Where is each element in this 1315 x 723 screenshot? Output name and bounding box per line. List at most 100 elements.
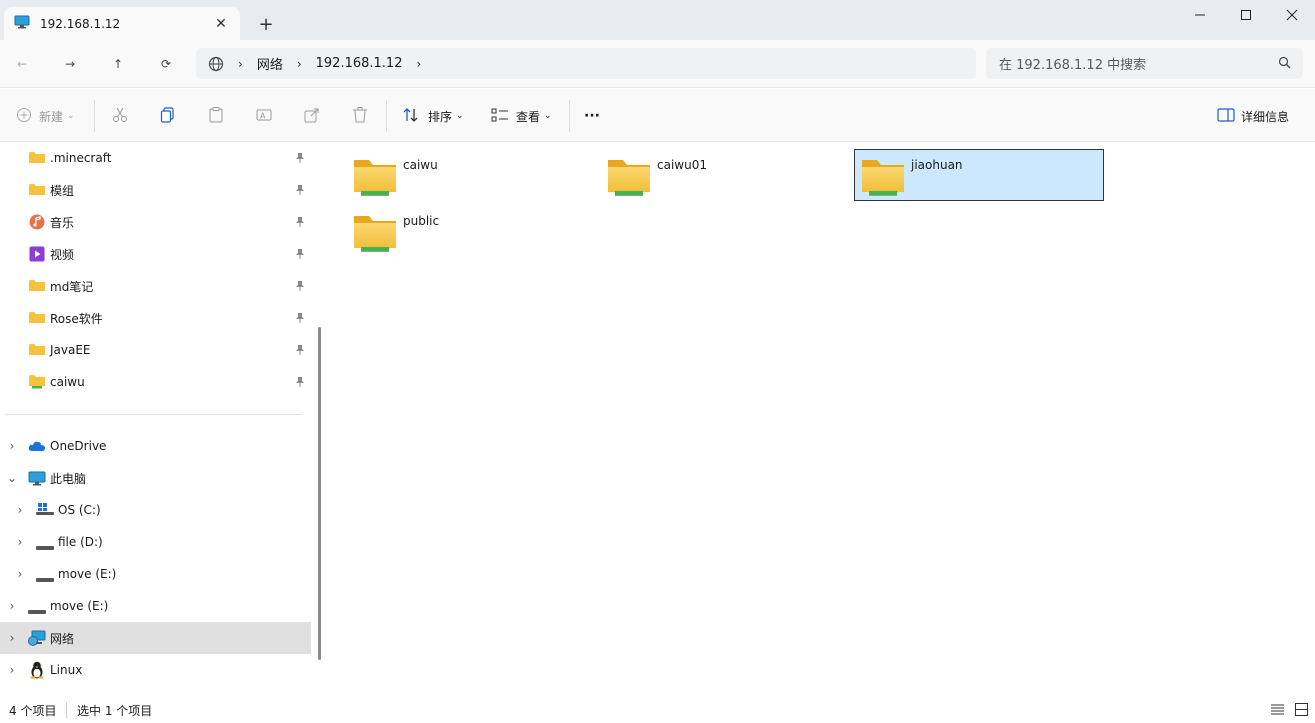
view-button[interactable]: 查看 ⌄: [491, 103, 552, 129]
tree-item-linux[interactable]: › Linux: [0, 654, 311, 686]
forward-button[interactable]: →: [58, 52, 82, 76]
back-button[interactable]: ←: [10, 52, 34, 76]
chevron-right-icon[interactable]: ›: [4, 598, 20, 614]
sidebar-scrollbar[interactable]: [313, 142, 327, 697]
pin-icon: [295, 344, 305, 358]
quick-access-item[interactable]: md笔记: [0, 270, 311, 302]
shared-folder-icon: [607, 156, 651, 199]
details-label: 详细信息: [1241, 109, 1290, 124]
shared-folder-item[interactable]: caiwu: [346, 149, 596, 201]
chevron-right-icon[interactable]: ›: [12, 534, 28, 550]
folder-icon: [29, 183, 45, 199]
details-pane-button[interactable]: 详细信息: [1217, 103, 1289, 129]
tree-label: 此电脑: [50, 471, 87, 486]
tree-label: move (E:): [58, 567, 117, 581]
tab-close-button[interactable]: ✕: [210, 13, 232, 35]
view-label: 查看: [516, 109, 541, 124]
shared-folder-item[interactable]: caiwu01: [600, 149, 850, 201]
shared-folder-item[interactable]: public: [346, 205, 596, 257]
quick-access-label: Rose软件: [50, 311, 103, 326]
sort-label: 排序: [428, 109, 453, 124]
sort-arrows-icon: [402, 107, 420, 126]
windows-drive-icon: [36, 503, 54, 519]
tree-item-drive-c[interactable]: › OS (C:): [0, 494, 311, 526]
quick-access-item[interactable]: caiwu: [0, 366, 311, 398]
rename-button[interactable]: A: [255, 103, 273, 129]
quick-access-item[interactable]: 模组: [0, 174, 311, 206]
details-view-button[interactable]: [1271, 704, 1284, 718]
paste-button[interactable]: [207, 103, 225, 129]
folder-name: caiwu01: [657, 158, 707, 172]
divider: [386, 100, 387, 132]
pin-icon: [295, 248, 305, 262]
navigation-bar: ← → ↑ ⟳ › 网络 › 192.168.1.12 › 在 192.168.…: [0, 40, 1315, 88]
scrollbar-thumb[interactable]: [318, 327, 321, 660]
folder-name: jiaohuan: [911, 158, 963, 172]
chevron-right-icon[interactable]: ›: [4, 662, 20, 678]
copy-button[interactable]: [159, 103, 177, 129]
rename-icon: A: [255, 106, 273, 127]
quick-access-label: caiwu: [50, 375, 85, 389]
quick-access-item[interactable]: Rose软件: [0, 302, 311, 334]
search-input[interactable]: 在 192.168.1.12 中搜索: [986, 48, 1303, 79]
tree-item-drive-e-root[interactable]: › move (E:): [0, 590, 311, 622]
share-button[interactable]: [303, 103, 321, 129]
command-bar: 新建 ⌄ A 排序 ⌄ 查看 ⌄ ··· 详细信息: [0, 89, 1315, 142]
address-bar[interactable]: › 网络 › 192.168.1.12 ›: [196, 48, 976, 79]
more-options-button[interactable]: ···: [584, 103, 600, 129]
navigation-pane: .minecraft 模组 音乐 视频 md笔记 Rose软件 JavaEE c…: [0, 142, 313, 697]
maximize-button[interactable]: [1223, 0, 1269, 30]
shared-folder-icon: [353, 212, 397, 255]
video-icon: [29, 246, 45, 265]
sidebar-divider: [6, 414, 302, 415]
cut-button[interactable]: [111, 103, 129, 129]
chevron-right-icon[interactable]: ›: [12, 502, 28, 518]
chevron-right-icon[interactable]: ›: [12, 566, 28, 582]
pin-icon: [295, 216, 305, 230]
new-button[interactable]: 新建 ⌄: [16, 103, 75, 129]
chevron-down-icon: ⌄: [67, 111, 75, 121]
delete-button[interactable]: [351, 103, 369, 129]
music-icon: [29, 214, 45, 233]
quick-access-item[interactable]: 音乐: [0, 206, 311, 238]
linux-icon: [29, 661, 45, 682]
globe-network-icon: [208, 56, 224, 72]
network-folder-icon: [29, 374, 45, 392]
status-bar: 4 个项目 选中 1 个项目: [0, 697, 1315, 723]
chevron-right-icon: ›: [416, 56, 422, 71]
chevron-right-icon[interactable]: ›: [4, 630, 20, 646]
shared-folder-item-selected[interactable]: jiaohuan: [854, 149, 1104, 201]
tree-item-drive-d[interactable]: › file (D:): [0, 526, 311, 558]
tree-item-network[interactable]: › 网络: [0, 622, 311, 654]
folder-content-area: caiwu caiwu01 jiaohuan public: [328, 142, 1315, 697]
up-button[interactable]: ↑: [106, 52, 130, 76]
quick-access-item[interactable]: JavaEE: [0, 334, 311, 366]
scissors-icon: [111, 106, 129, 127]
folder-icon: [29, 311, 45, 327]
cloud-icon: [28, 440, 46, 455]
close-window-button[interactable]: [1269, 0, 1315, 30]
pin-icon: [295, 376, 305, 390]
refresh-button[interactable]: ⟳: [154, 52, 178, 76]
quick-access-label: .minecraft: [50, 151, 112, 165]
sort-button[interactable]: 排序 ⌄: [402, 103, 464, 129]
chevron-down-icon[interactable]: ⌄: [4, 470, 20, 486]
details-pane-icon: [1217, 107, 1235, 125]
trash-icon: [351, 106, 369, 127]
tab-current[interactable]: 192.168.1.12 ✕: [4, 7, 240, 40]
new-tab-button[interactable]: +: [254, 12, 278, 36]
divider: [569, 100, 570, 132]
folder-icon: [29, 343, 45, 359]
breadcrumb-network[interactable]: 网络: [257, 54, 283, 73]
chevron-right-icon[interactable]: ›: [4, 438, 20, 454]
quick-access-label: 音乐: [50, 215, 75, 230]
network-icon: [28, 630, 46, 649]
minimize-button[interactable]: [1177, 0, 1223, 30]
quick-access-item[interactable]: 视频: [0, 238, 311, 270]
tree-item-onedrive[interactable]: › OneDrive: [0, 430, 311, 462]
large-icons-view-button[interactable]: [1295, 703, 1308, 719]
quick-access-item[interactable]: .minecraft: [0, 142, 311, 174]
tree-item-this-pc[interactable]: ⌄ 此电脑: [0, 462, 311, 494]
breadcrumb-host[interactable]: 192.168.1.12: [316, 56, 403, 71]
tree-item-drive-e[interactable]: › move (E:): [0, 558, 311, 590]
